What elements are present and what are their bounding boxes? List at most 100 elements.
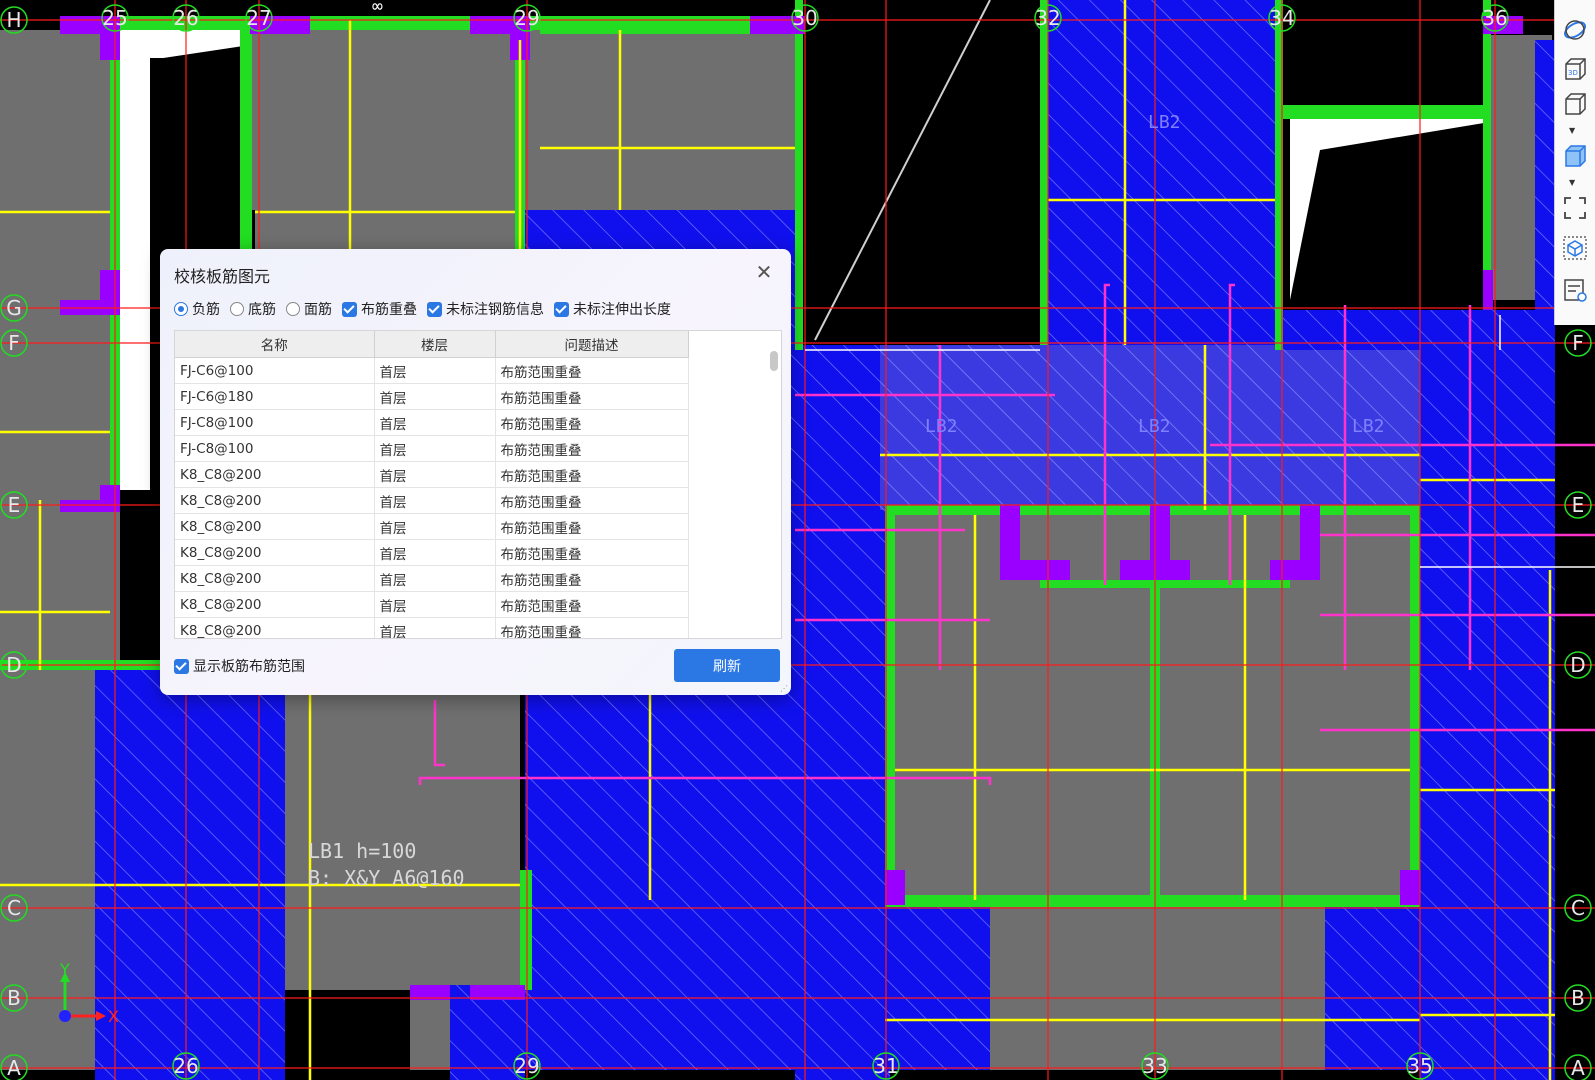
- axis-bubble-left: H: [6, 8, 21, 32]
- table-row[interactable]: FJ-C8@100 首层 布筋范围重叠: [175, 435, 780, 462]
- table-row[interactable]: K8_C8@200 首层 布筋范围重叠: [175, 539, 780, 566]
- table-cell-desc: 布筋范围重叠: [495, 487, 689, 514]
- radio-top-label: 面筋: [304, 302, 332, 318]
- checkbox-checked-icon: [342, 301, 357, 317]
- table-row[interactable]: FJ-C6@100 首层 布筋范围重叠: [175, 357, 780, 384]
- orbit-icon[interactable]: [1561, 16, 1589, 44]
- table-cell-desc: 布筋范围重叠: [495, 461, 689, 488]
- axis-bubble-top: 26: [173, 6, 198, 30]
- checkbox-overlap-label: 布筋重叠: [361, 302, 417, 318]
- checkbox-no-extension[interactable]: 未标注伸出长度: [554, 299, 671, 319]
- lb2-label: LB2: [1138, 416, 1171, 437]
- radio-bottom[interactable]: 底筋: [230, 299, 276, 319]
- row-filler: [688, 436, 780, 462]
- table-cell-name: K8_C8@200: [175, 461, 375, 488]
- table-cell-name: FJ-C6@180: [175, 383, 375, 410]
- filter-options: 负筋 底筋 面筋 布筋重叠 未标注钢筋信息 未标注伸出长度: [174, 299, 681, 319]
- table-row[interactable]: K8_C8@200 首层 布筋范围重叠: [175, 617, 780, 638]
- axis-bubble-right: D: [1570, 653, 1585, 677]
- row-filler: [688, 410, 780, 436]
- radio-icon: [230, 302, 244, 316]
- resize-grip-icon[interactable]: ⋰: [780, 684, 788, 693]
- table-row[interactable]: K8_C8@200 首层 布筋范围重叠: [175, 565, 780, 592]
- check-slab-rebar-dialog: 校核板筋图元 ✕ 负筋 底筋 面筋 布筋重叠 未标注钢筋信息 未标注伸出长度 名…: [160, 249, 791, 695]
- radio-negative[interactable]: 负筋: [174, 299, 220, 319]
- table-body: FJ-C6@100 首层 布筋范围重叠 FJ-C6@180 首层 布筋范围重叠 FJ-C8@…: [175, 357, 780, 638]
- table-cell-floor: 首层: [374, 409, 496, 436]
- table-cell-desc: 布筋范围重叠: [495, 539, 689, 566]
- table-row[interactable]: K8_C8@200 首层 布筋范围重叠: [175, 487, 780, 514]
- table-row[interactable]: K8_C8@200 首层 布筋范围重叠: [175, 591, 780, 618]
- dialog-title: 校核板筋图元: [174, 267, 271, 286]
- table-cell-floor: 首层: [374, 539, 496, 566]
- checkbox-no-rebar-info[interactable]: 未标注钢筋信息: [427, 299, 544, 319]
- row-filler: [688, 592, 780, 618]
- axis-bubble-left: B: [7, 986, 21, 1010]
- scrollbar-thumb[interactable]: [770, 351, 778, 371]
- axis-bubble-left: D: [6, 653, 21, 677]
- axis-bubble-right: C: [1571, 896, 1585, 920]
- header-filler: [688, 331, 780, 358]
- axis-bubble-right: E: [1572, 493, 1585, 517]
- column-header-description[interactable]: 问题描述: [495, 331, 689, 358]
- checkbox-show-range[interactable]: 显示板筋布筋范围: [174, 656, 305, 676]
- table-row[interactable]: FJ-C8@100 首层 布筋范围重叠: [175, 409, 780, 436]
- column-header-floor[interactable]: 楼层: [374, 331, 496, 358]
- checkbox-no-extension-label: 未标注伸出长度: [573, 302, 671, 318]
- row-filler: [688, 488, 780, 514]
- axis-bubble-top: 34: [1269, 6, 1294, 30]
- 3d-view-icon[interactable]: 3D: [1561, 55, 1589, 83]
- table-cell-floor: 首层: [374, 617, 496, 638]
- table-row[interactable]: K8_C8@200 首层 布筋范围重叠: [175, 461, 780, 488]
- issue-table[interactable]: 名称 楼层 问题描述 FJ-C6@100 首层 布筋范围重叠 FJ-C6@180 首层布…: [174, 330, 782, 639]
- axis-bubble-left: G: [6, 296, 22, 320]
- axis-bubble-bottom: 26: [173, 1054, 198, 1078]
- zoom-extents-icon[interactable]: [1561, 194, 1589, 222]
- axis-bubble-top: 25: [102, 6, 127, 30]
- refresh-button[interactable]: 刷新: [674, 649, 780, 682]
- table-cell-floor: 首层: [374, 487, 496, 514]
- table-cell-name: K8_C8@200: [175, 513, 375, 540]
- table-cell-desc: 布筋范围重叠: [495, 565, 689, 592]
- table-cell-desc: 布筋范围重叠: [495, 617, 689, 638]
- checkbox-checked-icon: [554, 301, 569, 317]
- axis-bubble-top: 32: [1035, 6, 1060, 30]
- radio-top[interactable]: 面筋: [286, 299, 332, 319]
- axis-y-label: Y: [59, 960, 70, 979]
- radio-icon: [174, 302, 188, 316]
- table-row[interactable]: FJ-C6@180 首层 布筋范围重叠: [175, 383, 780, 410]
- slab-label-line1: LB1 h=100: [308, 839, 416, 863]
- table-cell-name: K8_C8@200: [175, 617, 375, 638]
- layer-settings-icon[interactable]: [1561, 276, 1589, 304]
- table-cell-desc: 布筋范围重叠: [495, 357, 689, 384]
- column-header-name[interactable]: 名称: [175, 331, 375, 358]
- radio-bottom-label: 底筋: [248, 302, 276, 318]
- axis-bubble-top: 36: [1482, 6, 1507, 30]
- lb2-label: LB2: [925, 416, 958, 437]
- solid-cube-icon[interactable]: [1561, 142, 1589, 170]
- cube-view-icon[interactable]: [1561, 90, 1589, 118]
- close-icon[interactable]: ✕: [753, 261, 775, 283]
- table-cell-desc: 布筋范围重叠: [495, 409, 689, 436]
- row-filler: [688, 514, 780, 540]
- lb2-label: LB2: [1148, 112, 1181, 133]
- chevron-down-icon[interactable]: ▼: [1569, 126, 1579, 135]
- table-cell-name: K8_C8@200: [175, 539, 375, 566]
- table-cell-name: K8_C8@200: [175, 565, 375, 592]
- table-header: 名称 楼层 问题描述: [175, 331, 780, 358]
- table-row[interactable]: K8_C8@200 首层 布筋范围重叠: [175, 513, 780, 540]
- table-cell-name: FJ-C8@100: [175, 409, 375, 436]
- checkbox-overlap[interactable]: 布筋重叠: [342, 299, 417, 319]
- model-box-icon[interactable]: [1561, 234, 1589, 262]
- row-filler: [688, 566, 780, 592]
- slab-label-line2: B: X&Y A6@160: [308, 866, 465, 890]
- table-cell-floor: 首层: [374, 461, 496, 488]
- table-cell-name: K8_C8@200: [175, 591, 375, 618]
- chevron-down-icon[interactable]: ▼: [1569, 178, 1579, 187]
- table-cell-desc: 布筋范围重叠: [495, 513, 689, 540]
- axis-bubble-left: E: [8, 493, 21, 517]
- axis-bubble-top: 27: [246, 6, 271, 30]
- table-cell-name: K8_C8@200: [175, 487, 375, 514]
- view-toolbar: 3D ▼ ▼: [1554, 0, 1595, 325]
- checkbox-checked-icon: [174, 658, 189, 674]
